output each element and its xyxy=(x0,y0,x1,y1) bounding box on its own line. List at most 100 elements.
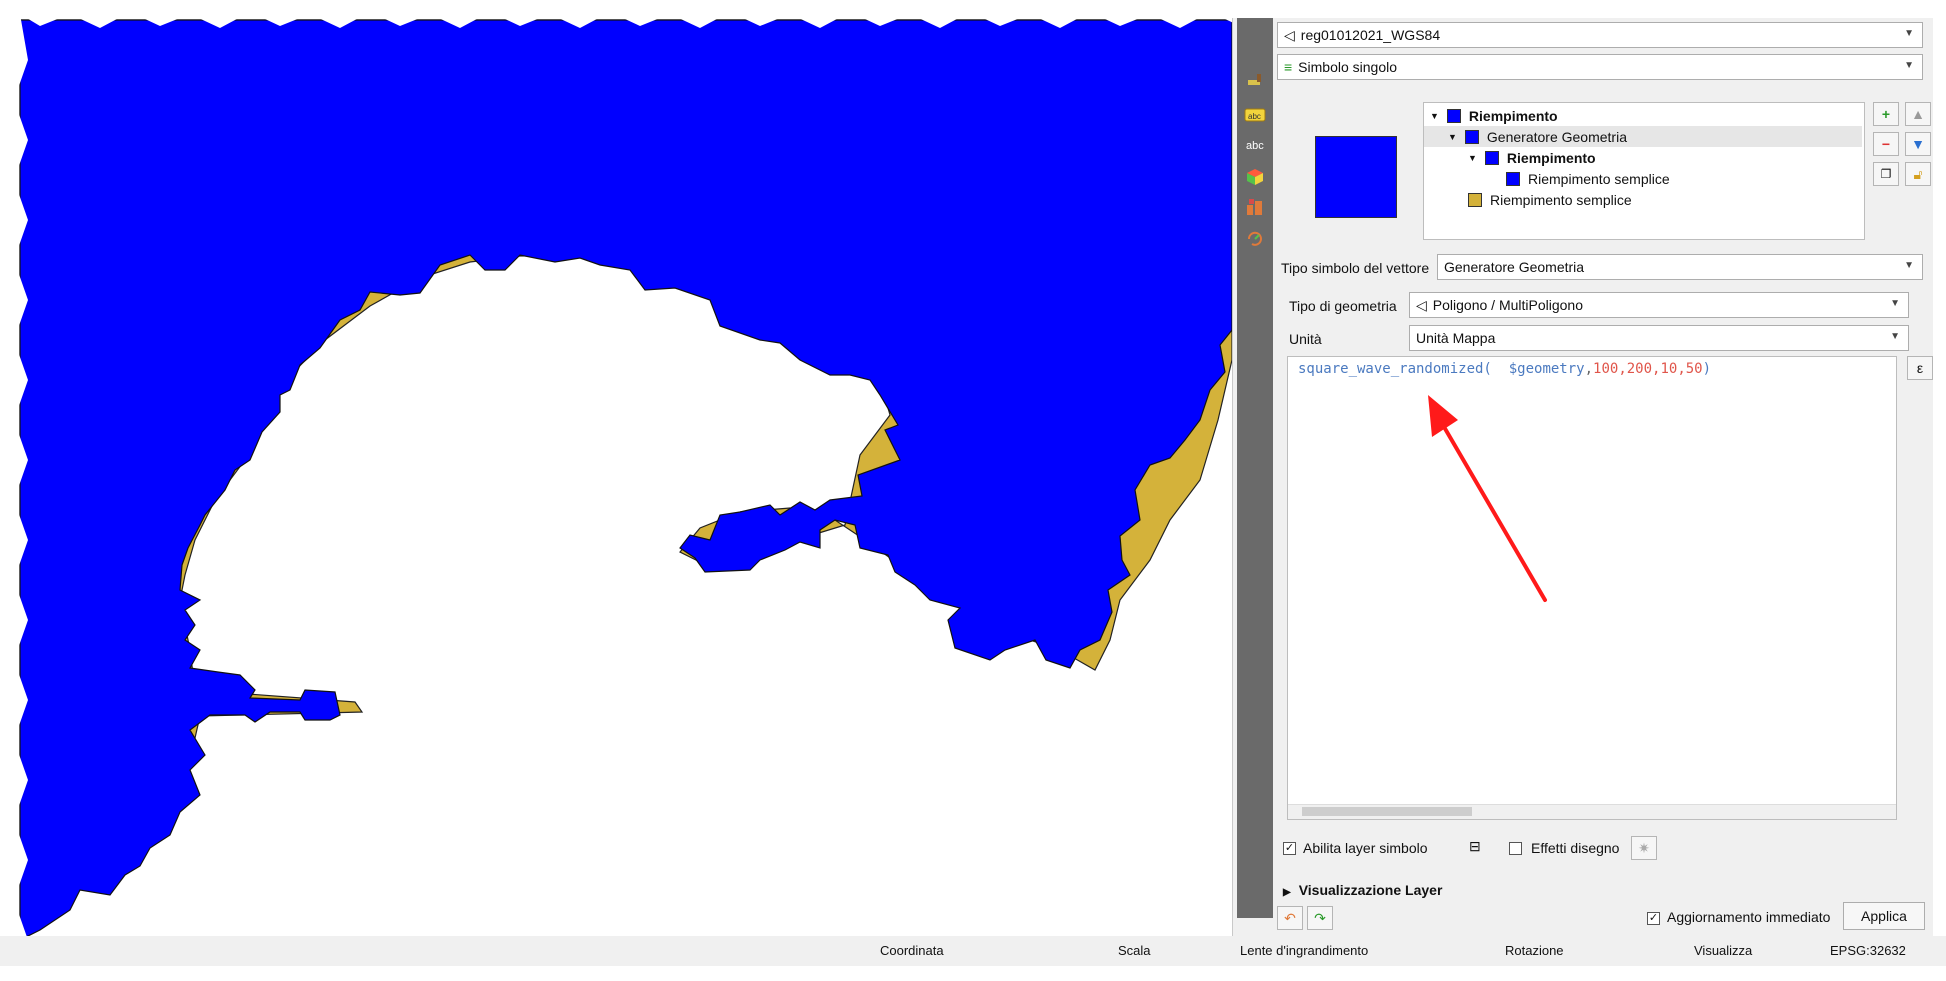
caret-right-icon: ▶ xyxy=(1283,887,1291,898)
enable-layer-checkbox[interactable]: ✓ xyxy=(1283,842,1296,855)
apply-button[interactable]: Applica xyxy=(1843,902,1925,930)
expand-arrow-icon: ▼ xyxy=(1430,110,1439,121)
renderer-select-value: Simbolo singolo xyxy=(1298,59,1398,75)
coordinate-label: Coordinata xyxy=(880,943,944,958)
unit-value: Unità Mappa xyxy=(1416,330,1496,346)
move-up-button[interactable]: ▲ xyxy=(1905,102,1931,126)
expression-numbers: 100,200,10,50 xyxy=(1593,361,1703,377)
tree-item-generatore-geometria[interactable]: ▼ Generatore Geometria xyxy=(1424,126,1862,147)
expression-close: ) xyxy=(1702,361,1712,377)
unit-label: Unità xyxy=(1289,331,1322,347)
fill-color-swatch xyxy=(1446,108,1461,123)
chevron-down-icon: ▼ xyxy=(1890,331,1900,342)
symbol-layer-type-select[interactable]: Generatore Geometria ▼ xyxy=(1437,254,1923,280)
duplicate-layer-button[interactable]: ❐ xyxy=(1873,162,1899,186)
symbol-layer-type-label: Tipo simbolo del vettore xyxy=(1281,260,1430,276)
mask-abc-icon[interactable]: abc xyxy=(1242,134,1268,156)
remove-layer-button[interactable]: − xyxy=(1873,132,1899,156)
region-blue-fill xyxy=(19,19,1232,941)
polygon-layer-icon: ◁ xyxy=(1284,26,1295,43)
geometry-type-label: Tipo di geometria xyxy=(1289,298,1397,314)
fill-color-swatch xyxy=(1484,150,1499,165)
renderer-select[interactable]: ≡ Simbolo singolo ▼ xyxy=(1277,54,1923,80)
tree-item-label: Riempimento xyxy=(1506,149,1596,166)
horizontal-scrollbar[interactable] xyxy=(1288,804,1896,819)
scale-label: Scala xyxy=(1118,943,1151,958)
draw-effects-label: Effetti disegno xyxy=(1531,840,1620,856)
render-label: Visualizza xyxy=(1694,943,1753,958)
layer-rendering-section[interactable]: ▶ Visualizzazione Layer xyxy=(1283,882,1442,898)
tree-item-riempimento-semplice-gold[interactable]: Riempimento semplice xyxy=(1468,189,1632,210)
minus-icon: − xyxy=(1881,136,1891,152)
tree-item-label: Riempimento xyxy=(1468,107,1558,124)
add-layer-button[interactable]: + xyxy=(1873,102,1899,126)
redo-icon: ↷ xyxy=(1314,909,1326,926)
expression-variable: $geometry xyxy=(1491,361,1585,377)
tree-item-riempimento-semplice-blue[interactable]: Riempimento semplice xyxy=(1506,168,1670,189)
expand-arrow-icon: ▼ xyxy=(1448,131,1457,142)
epsg-label[interactable]: EPSG:32632 xyxy=(1830,943,1906,958)
undo-icon: ↶ xyxy=(1284,909,1296,926)
fill-color-swatch xyxy=(1506,171,1520,186)
expression-editor[interactable]: square_wave_randomized( $geometry,100,20… xyxy=(1287,356,1897,820)
expand-arrow-icon: ▼ xyxy=(1468,152,1477,163)
star-icon: ✷ xyxy=(1638,839,1650,856)
3d-cube-icon[interactable] xyxy=(1242,166,1268,188)
tree-item-label: Riempimento semplice xyxy=(1528,170,1670,187)
layer-select-value: reg01012021_WGS84 xyxy=(1300,27,1441,43)
tree-item-label: Riempimento semplice xyxy=(1490,191,1632,208)
style-side-toolbar: abc abc xyxy=(1237,18,1273,918)
scrollbar-thumb[interactable] xyxy=(1302,807,1472,816)
tree-item-riempimento-root[interactable]: ▼ Riempimento xyxy=(1430,105,1558,126)
effects-settings-button[interactable]: ✷ xyxy=(1631,836,1657,860)
draw-effects-checkbox[interactable] xyxy=(1509,842,1522,855)
status-bar: Coordinata Scala Lente d'ingrandimento R… xyxy=(0,936,1946,966)
tree-item-label: Generatore Geometria xyxy=(1486,128,1627,145)
label-abc-icon[interactable]: abc xyxy=(1242,104,1268,126)
unit-select[interactable]: Unità Mappa ▼ xyxy=(1409,325,1909,351)
move-down-button[interactable]: ▼ xyxy=(1905,132,1931,156)
rotation-label: Rotazione xyxy=(1505,943,1564,958)
layer-styling-panel: abc abc ◁ reg01012021_WGS84 ▼ ≡ Simbolo … xyxy=(1232,18,1933,938)
diagram-icon[interactable] xyxy=(1242,196,1268,218)
fill-color-swatch xyxy=(1464,129,1479,144)
lock-layer-button[interactable]: 🔓︎ xyxy=(1905,162,1931,186)
live-update-label: Aggiornamento immediato xyxy=(1667,909,1831,925)
arrow-down-icon: ▼ xyxy=(1911,136,1925,152)
symbol-layer-tree[interactable]: ▼ Riempimento ▼ Generatore Geometria ▼ R… xyxy=(1423,102,1865,240)
lock-icon: 🔓︎ xyxy=(1913,165,1923,182)
svg-text:abc: abc xyxy=(1246,140,1264,152)
undo-button[interactable]: ↶ xyxy=(1277,906,1303,930)
live-update-checkbox[interactable]: ✓ xyxy=(1647,912,1660,925)
geometry-type-value: Poligono / MultiPoligono xyxy=(1432,297,1583,313)
svg-text:abc: abc xyxy=(1248,112,1261,121)
plus-icon: + xyxy=(1881,106,1891,122)
symbol-layer-type-value: Generatore Geometria xyxy=(1444,259,1585,275)
arrow-up-icon: ▲ xyxy=(1911,106,1925,122)
chevron-down-icon: ▼ xyxy=(1890,298,1900,309)
layer-select[interactable]: ◁ reg01012021_WGS84 ▼ xyxy=(1277,22,1923,48)
enable-layer-label: Abilita layer simbolo xyxy=(1303,840,1428,856)
redo-button[interactable]: ↷ xyxy=(1307,906,1333,930)
data-defined-icon[interactable]: ⊟ xyxy=(1469,838,1481,855)
map-canvas[interactable] xyxy=(0,0,1232,981)
epsilon-icon: ε xyxy=(1916,360,1924,376)
expression-code[interactable]: square_wave_randomized( $geometry,100,20… xyxy=(1298,361,1711,377)
fill-color-swatch xyxy=(1468,192,1482,207)
chevron-down-icon: ▼ xyxy=(1904,260,1914,271)
layer-rendering-label: Visualizzazione Layer xyxy=(1298,882,1443,898)
tree-item-riempimento-sub[interactable]: ▼ Riempimento xyxy=(1468,147,1596,168)
map-drawing xyxy=(19,19,1232,942)
magnifier-label: Lente d'ingrandimento xyxy=(1240,943,1369,958)
geometry-type-select[interactable]: ◁ Poligono / MultiPoligono ▼ xyxy=(1409,292,1909,318)
brush-icon[interactable] xyxy=(1242,70,1268,92)
duplicate-icon: ❐ xyxy=(1880,167,1892,181)
chevron-down-icon: ▼ xyxy=(1904,28,1914,39)
single-symbol-icon: ≡ xyxy=(1284,59,1293,75)
history-icon[interactable] xyxy=(1242,228,1268,250)
chevron-down-icon: ▼ xyxy=(1904,60,1914,71)
symbol-preview xyxy=(1315,136,1397,218)
polygon-icon: ◁ xyxy=(1416,296,1427,313)
expression-function: square_wave_randomized( xyxy=(1298,361,1492,377)
expression-button[interactable]: ε xyxy=(1907,356,1933,380)
